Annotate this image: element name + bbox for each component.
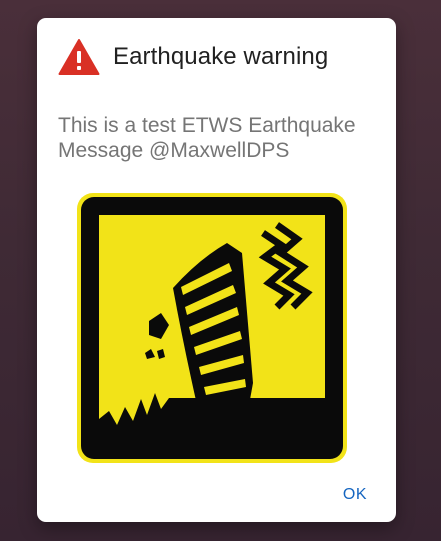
dialog-message: This is a test ETWS Earthquake Message @…	[58, 114, 356, 162]
ok-button[interactable]: OK	[341, 484, 369, 506]
dialog-header: Earthquake warning	[58, 38, 328, 76]
warning-triangle-icon	[58, 39, 100, 75]
earthquake-pictogram	[77, 193, 347, 463]
earthquake-pictogram-icon	[77, 193, 347, 463]
alert-dialog: Earthquake warning This is a test ETWS E…	[37, 18, 396, 522]
dialog-title: Earthquake warning	[113, 43, 329, 70]
